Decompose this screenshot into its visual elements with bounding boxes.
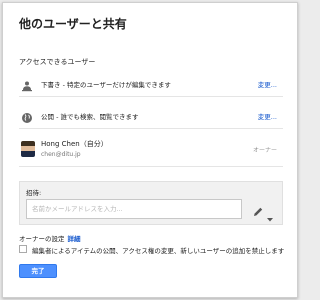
permission-dropdown-button[interactable] xyxy=(248,199,278,222)
share-dialog: 他のユーザーと共有 アクセスできるユーザー 下書き - 特定のユーザーだけが編集… xyxy=(2,2,298,298)
owner-role: オーナー xyxy=(252,147,277,154)
access-row-public: 公開 - 誰でも検索、閲覧できます 変更... xyxy=(19,103,283,129)
chevron-down-icon xyxy=(267,207,273,226)
pencil-icon xyxy=(252,203,264,222)
people-icon xyxy=(21,77,33,92)
access-row-public-text: 公開 - 誰でも検索、閲覧できます xyxy=(41,113,139,121)
owner-name: Hong Chen（自分） xyxy=(41,140,108,148)
done-button[interactable]: 完了 xyxy=(19,264,57,278)
globe-icon xyxy=(21,109,33,123)
owner-settings-details-link[interactable]: 詳細 xyxy=(68,235,81,243)
restrict-editors-label: 編集者によるアイテムの公開、アクセス権の変更、新しいユーザーの追加を禁止します xyxy=(32,247,285,255)
owner-email: chen@ditu.jp xyxy=(41,151,81,158)
access-row-draft: 下書き - 特定のユーザーだけが編集できます 変更... xyxy=(19,71,283,97)
owner-row: Hong Chen（自分） chen@ditu.jp オーナー xyxy=(19,135,283,167)
access-row-draft-text: 下書き - 特定のユーザーだけが編集できます xyxy=(41,81,171,89)
owner-settings-label: オーナーの設定 xyxy=(19,235,65,243)
access-section-label: アクセスできるユーザー xyxy=(19,58,96,66)
avatar xyxy=(21,141,35,157)
invite-label: 招待: xyxy=(26,189,42,197)
dialog-title: 他のユーザーと共有 xyxy=(19,17,127,31)
invite-input[interactable] xyxy=(26,199,242,219)
invite-panel: 招待: xyxy=(19,181,283,225)
change-draft-link[interactable]: 変更... xyxy=(258,79,277,89)
change-public-link[interactable]: 変更... xyxy=(258,111,277,121)
restrict-editors-checkbox[interactable] xyxy=(19,245,27,253)
owner-settings: オーナーの設定 詳細 xyxy=(19,233,81,243)
